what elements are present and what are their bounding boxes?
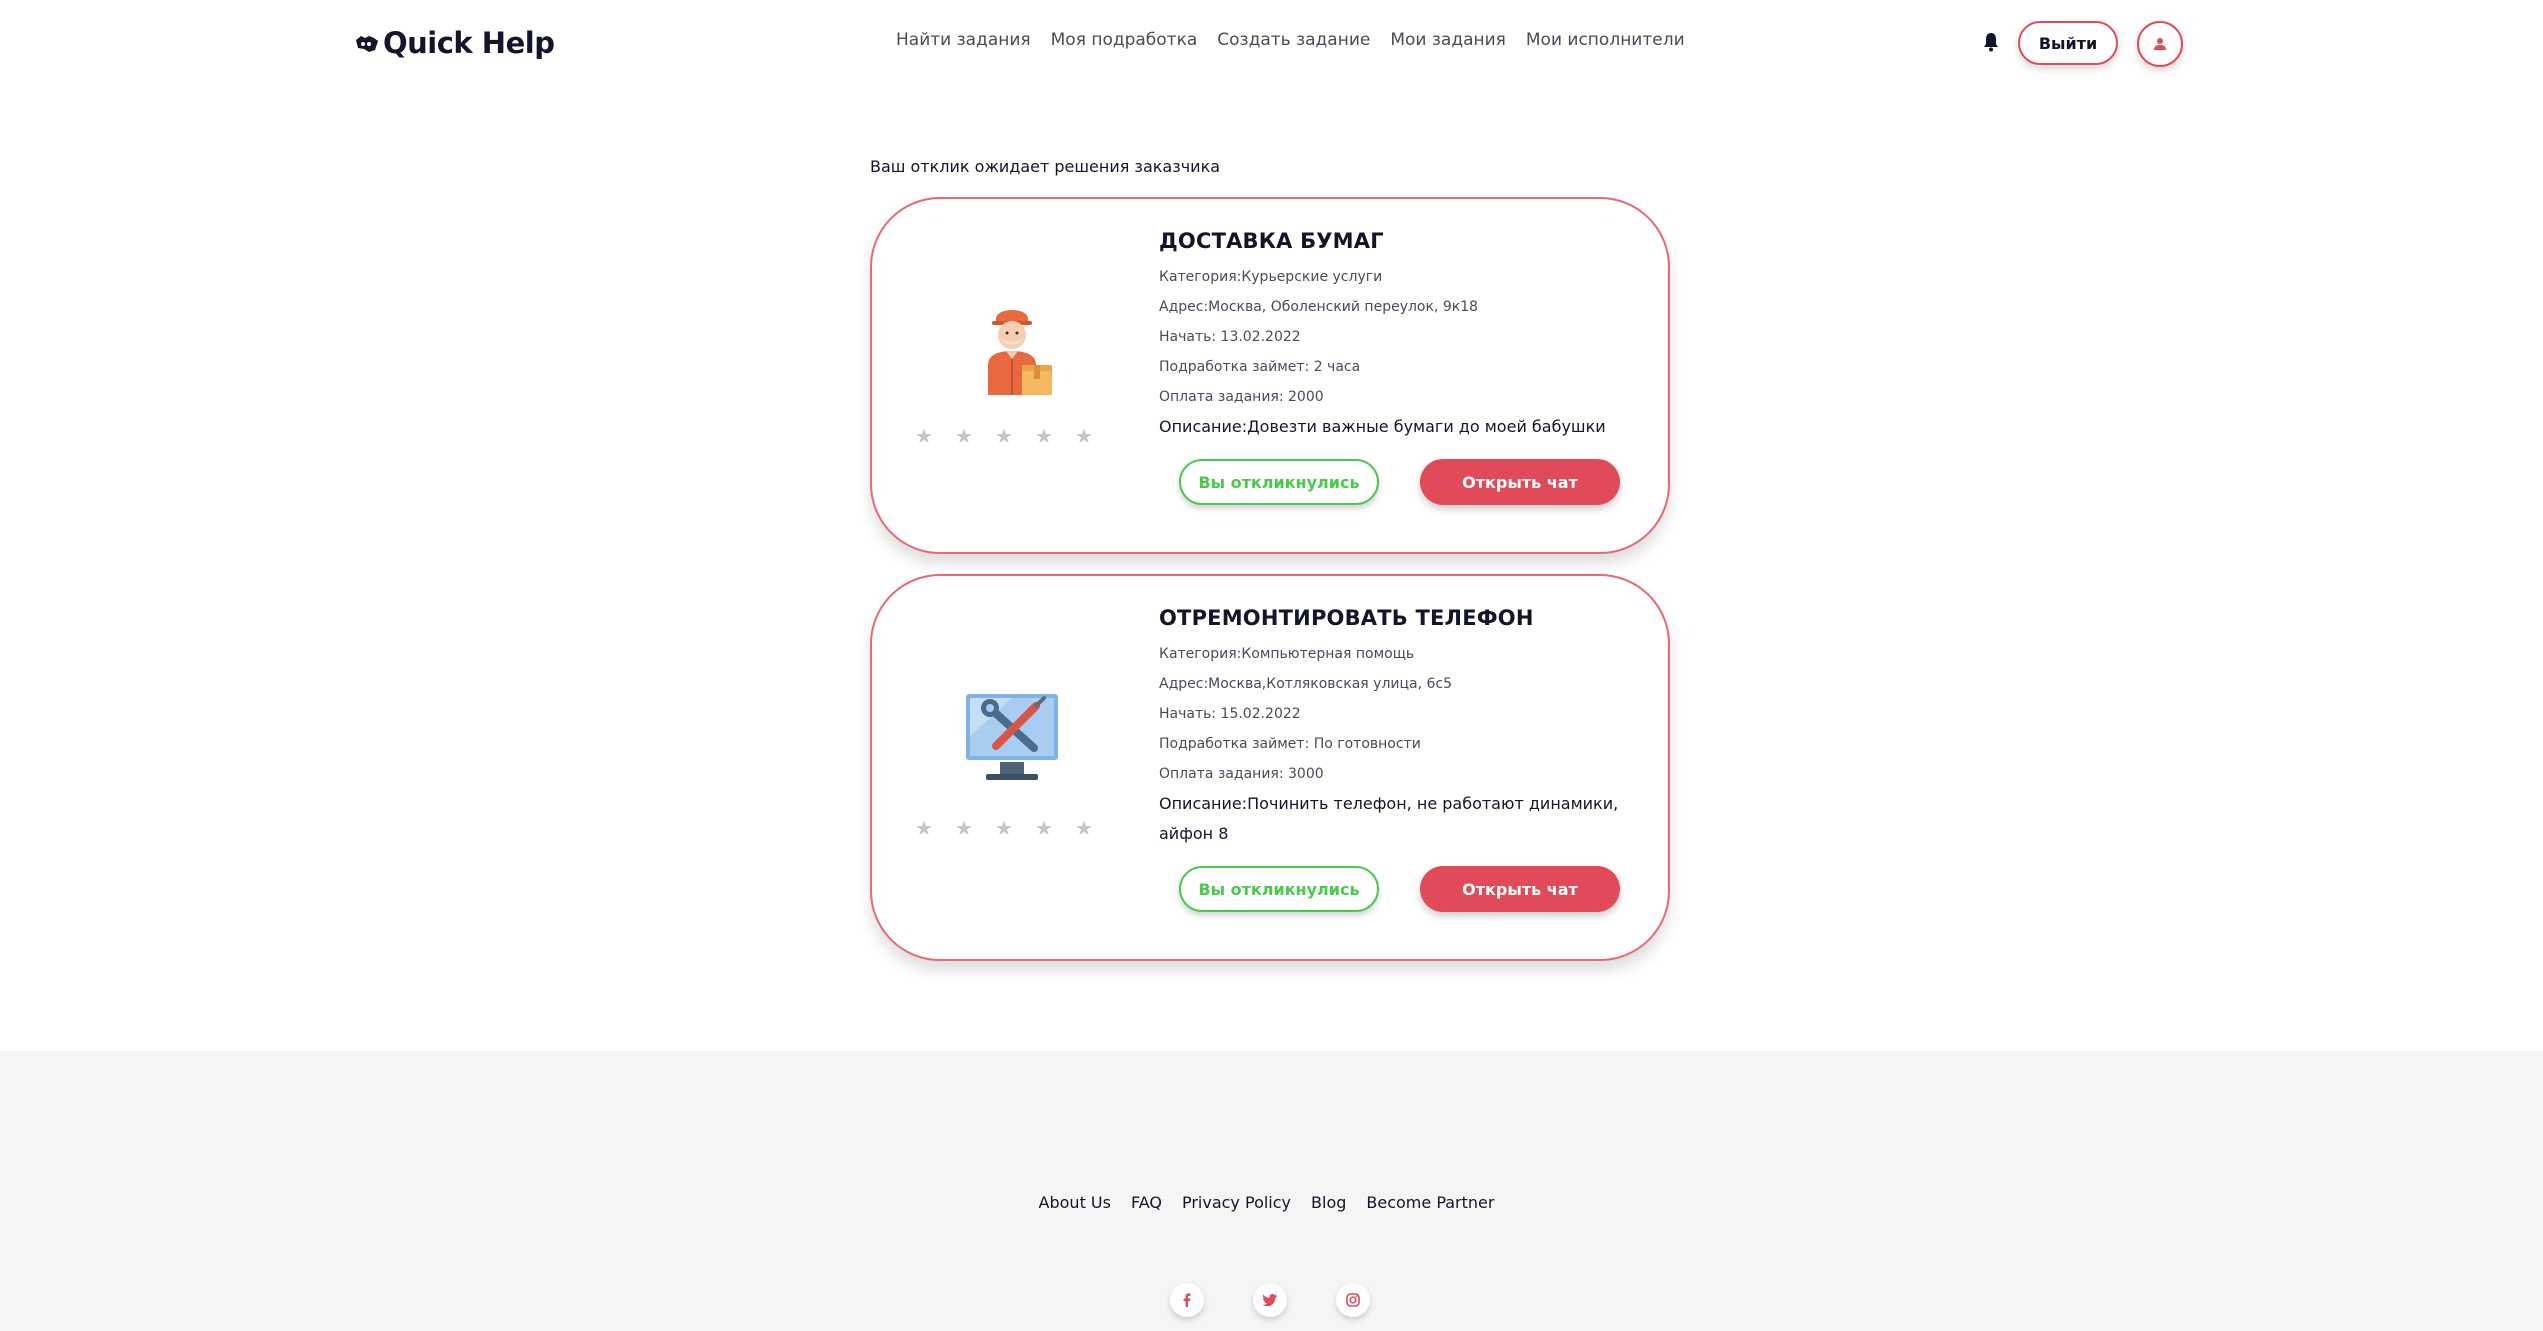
task-description: Описание:Довезти важные бумаги до моей б… xyxy=(1159,417,1606,436)
task-description: Описание:Починить телефон, не работают д… xyxy=(1159,794,1619,843)
star-icon[interactable]: ★ xyxy=(954,426,974,446)
task-payment: Оплата задания: 3000 xyxy=(1159,766,1324,782)
footer-links: About Us FAQ Privacy Policy Blog Become … xyxy=(0,1193,2543,1212)
footer-link-about[interactable]: About Us xyxy=(1039,1193,1111,1212)
courier-icon xyxy=(988,310,1052,395)
nav-find-tasks[interactable]: Найти задания xyxy=(896,30,1031,50)
star-icon[interactable]: ★ xyxy=(1034,426,1054,446)
star-icon[interactable]: ★ xyxy=(1074,818,1094,838)
task-info: ДОСТАВКА БУМАГ Категория:Курьерские услу… xyxy=(1159,229,1628,442)
task-category: Категория:Курьерские услуги xyxy=(1159,269,1383,285)
task-title: ДОСТАВКА БУМАГ xyxy=(1159,229,1384,253)
nav-my-gigs[interactable]: Моя подработка xyxy=(1051,30,1198,50)
logo[interactable]: Quick Help xyxy=(355,26,555,60)
main-nav: Найти задания Моя подработка Создать зад… xyxy=(896,30,1685,50)
footer: About Us FAQ Privacy Policy Blog Become … xyxy=(0,1051,2543,1331)
task-address: Адрес:Москва,Котляковская улица, 6с5 xyxy=(1159,676,1453,692)
responded-button[interactable]: Вы откликнулись xyxy=(1179,459,1379,505)
star-icon[interactable]: ★ xyxy=(1034,818,1054,838)
star-icon[interactable]: ★ xyxy=(954,818,974,838)
task-title: ОТРЕМОНТИРОВАТЬ ТЕЛЕФОН xyxy=(1159,606,1534,630)
star-icon[interactable]: ★ xyxy=(914,818,934,838)
star-icon[interactable]: ★ xyxy=(1074,426,1094,446)
footer-link-privacy[interactable]: Privacy Policy xyxy=(1182,1193,1291,1212)
nav-my-performers[interactable]: Мои исполнители xyxy=(1526,30,1685,50)
rating-stars[interactable]: ★ ★ ★ ★ ★ xyxy=(914,818,1094,838)
task-duration: Подработка займет: 2 часа xyxy=(1159,359,1361,375)
open-chat-button[interactable]: Открыть чат xyxy=(1420,459,1620,505)
task-payment: Оплата задания: 2000 xyxy=(1159,389,1324,405)
task-start-date: Начать: 13.02.2022 xyxy=(1159,329,1301,345)
footer-link-faq[interactable]: FAQ xyxy=(1131,1193,1162,1212)
task-card: ★ ★ ★ ★ ★ ДОСТАВКА БУМАГ Категория:Курье… xyxy=(870,197,1670,554)
star-icon[interactable]: ★ xyxy=(994,818,1014,838)
open-chat-button[interactable]: Открыть чат xyxy=(1420,866,1620,912)
logo-text: Quick Help xyxy=(383,26,555,60)
handshake-icon xyxy=(356,36,378,52)
computer-repair-icon xyxy=(966,694,1058,780)
star-icon[interactable]: ★ xyxy=(914,426,934,446)
star-icon[interactable]: ★ xyxy=(994,426,1014,446)
nav-my-tasks[interactable]: Мои задания xyxy=(1390,30,1506,50)
task-duration: Подработка займет: По готовности xyxy=(1159,736,1421,752)
facebook-icon[interactable] xyxy=(1170,1283,1204,1317)
response-status-text: Ваш отклик ожидает решения заказчика xyxy=(870,157,1221,176)
twitter-icon[interactable] xyxy=(1253,1283,1287,1317)
nav-create-task[interactable]: Создать задание xyxy=(1217,30,1370,50)
footer-link-partner[interactable]: Become Partner xyxy=(1366,1193,1494,1212)
task-start-date: Начать: 15.02.2022 xyxy=(1159,706,1301,722)
header: Quick Help Найти задания Моя подработка … xyxy=(0,0,2543,86)
footer-link-blog[interactable]: Blog xyxy=(1311,1193,1346,1212)
responded-button[interactable]: Вы откликнулись xyxy=(1179,866,1379,912)
rating-stars[interactable]: ★ ★ ★ ★ ★ xyxy=(914,426,1094,446)
bell-icon[interactable] xyxy=(1982,32,2000,52)
task-address: Адрес:Москва, Оболенский переулок, 9к18 xyxy=(1159,299,1479,315)
user-icon xyxy=(2154,38,2166,50)
task-info: ОТРЕМОНТИРОВАТЬ ТЕЛЕФОН Категория:Компью… xyxy=(1159,606,1628,849)
logout-button[interactable]: Выйти xyxy=(2018,21,2118,65)
task-category: Категория:Компьютерная помощь xyxy=(1159,646,1415,662)
profile-button[interactable] xyxy=(2137,21,2183,67)
task-card: ★ ★ ★ ★ ★ ОТРЕМОНТИРОВАТЬ ТЕЛЕФОН Катего… xyxy=(870,574,1670,961)
instagram-icon[interactable] xyxy=(1336,1283,1370,1317)
